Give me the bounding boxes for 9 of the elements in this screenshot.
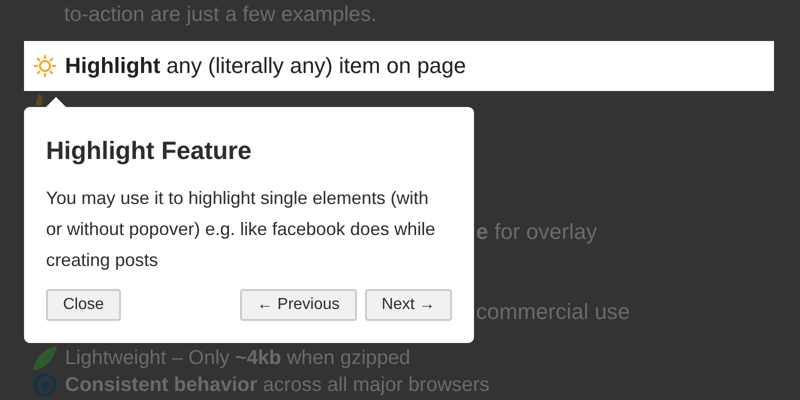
feature-text: Highlight any (literally any) item on page <box>65 53 466 79</box>
eye-icon <box>33 373 57 397</box>
popover-title: Highlight Feature <box>46 136 253 167</box>
next-button[interactable]: Next → <box>364 289 452 321</box>
popover-description: You may use it to highlight single elements (with or without popover) e.g. like facebook does while creating posts <box>46 187 436 272</box>
previous-button[interactable]: ← Previous <box>240 289 357 321</box>
sun-icon <box>33 54 57 78</box>
leaf-icon <box>33 346 57 370</box>
close-button[interactable]: Close <box>46 289 121 321</box>
